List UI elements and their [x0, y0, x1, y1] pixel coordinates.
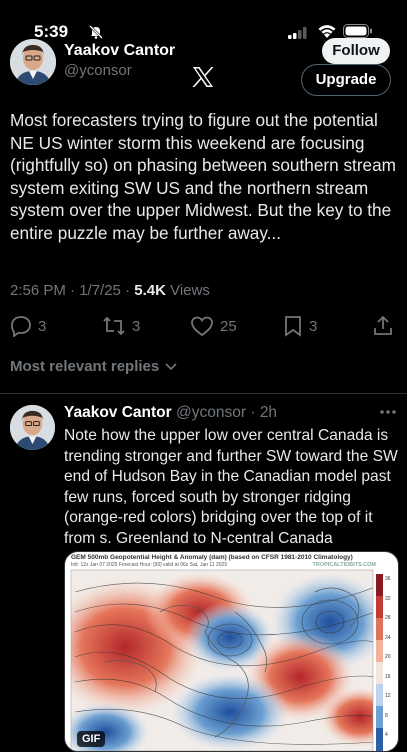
action-bar: 3 3 25 3	[0, 312, 407, 340]
reply-count: 3	[38, 317, 47, 335]
share-icon	[374, 315, 392, 335]
repost-icon	[103, 316, 125, 336]
colorbar-label: 8	[385, 712, 388, 719]
like-button[interactable]: 25	[190, 315, 237, 337]
avatar[interactable]	[10, 39, 56, 85]
reply-text: Note how the upper low over central Cana…	[64, 427, 398, 547]
colorbar-label: 20	[385, 654, 391, 660]
reply-header: Yaakov Cantor @yconsor · 2h	[64, 404, 278, 421]
upgrade-button[interactable]: Upgrade	[301, 64, 391, 96]
reply-author-name[interactable]: Yaakov Cantor	[64, 404, 172, 421]
post-text: Most forecasters trying to figure out th…	[10, 110, 396, 243]
weather-map	[70, 569, 383, 751]
reply-icon	[11, 316, 31, 337]
bookmark-icon	[285, 316, 301, 337]
colorbar-label: 32	[385, 595, 391, 602]
share-button[interactable]	[372, 315, 394, 337]
author-handle[interactable]: @yconsor	[64, 62, 132, 79]
colorbar	[376, 574, 383, 751]
battery-icon	[343, 24, 372, 38]
author-name[interactable]: Yaakov Cantor	[64, 42, 175, 60]
repost-button[interactable]: 3	[102, 315, 140, 337]
colorbar-label: 24	[385, 634, 391, 641]
colorbar-label: 12	[385, 693, 391, 699]
more-icon[interactable]	[379, 409, 397, 415]
bell-slash-icon	[89, 25, 103, 39]
colorbar-label: 28	[385, 615, 391, 621]
signal-icon	[288, 27, 307, 39]
reply-avatar[interactable]	[10, 405, 55, 450]
views-label: Views	[165, 282, 210, 299]
like-icon	[191, 316, 213, 337]
chevron-down-icon	[165, 363, 177, 371]
post-meta: 2:56 PM · 1/7/25 · 5.4K Views	[10, 282, 210, 299]
gif-badge: GIF	[77, 731, 106, 747]
sort-label: Most relevant replies	[10, 358, 160, 375]
colorbar-label: 16	[385, 673, 391, 680]
reply-author-handle[interactable]: @yconsor	[176, 404, 246, 421]
views-count: 5.4K	[134, 282, 166, 299]
colorbar-label: 4	[385, 732, 388, 738]
reply-media-gif[interactable]: GEM 500mb Geopotential Height & Anomaly …	[64, 551, 399, 752]
reply-button[interactable]: 3	[10, 315, 46, 337]
colorbar-label: 36	[385, 576, 391, 582]
bookmark-button[interactable]: 3	[283, 315, 317, 337]
follow-button[interactable]: Follow	[322, 38, 390, 64]
like-count: 25	[220, 317, 237, 335]
repost-count: 3	[132, 317, 141, 335]
wifi-icon	[318, 25, 336, 38]
sort-replies-dropdown[interactable]: Most relevant replies	[10, 358, 177, 375]
bookmark-count: 3	[309, 317, 318, 335]
x-logo-icon	[192, 67, 214, 87]
divider	[0, 393, 407, 394]
post-timestamp[interactable]: 2:56 PM · 1/7/25 ·	[10, 282, 134, 299]
reply-time[interactable]: 2h	[260, 404, 277, 421]
